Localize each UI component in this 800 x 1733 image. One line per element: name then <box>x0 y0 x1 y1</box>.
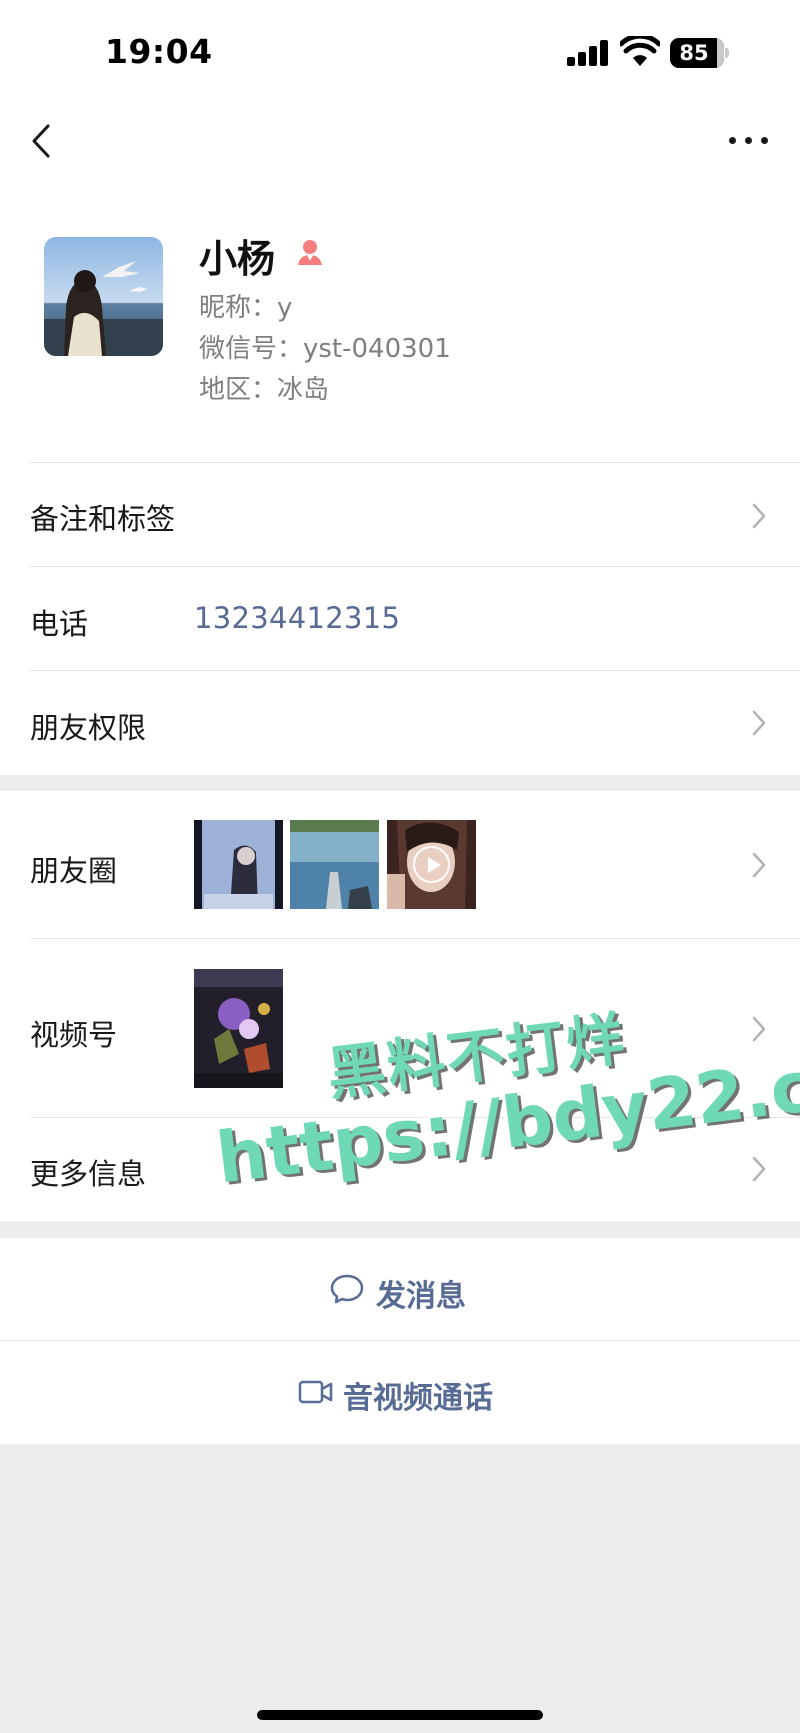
av-call-button[interactable]: 音视频通话 <box>0 1342 800 1444</box>
play-icon[interactable] <box>413 846 450 883</box>
remark-tags-label[interactable]: 备注和标签 <box>30 496 175 538</box>
divider <box>30 670 800 671</box>
moments-label[interactable]: 朋友圈 <box>30 848 117 890</box>
divider <box>30 1117 800 1118</box>
divider <box>30 938 800 939</box>
wechat-id: 微信号：yst-040301 <box>199 334 451 364</box>
friend-permissions-label[interactable]: 朋友权限 <box>30 705 146 747</box>
chevron-right-icon <box>752 503 766 529</box>
profile-card <box>0 0 800 775</box>
moments-thumbnail[interactable] <box>290 820 379 909</box>
section-gap <box>0 775 800 791</box>
chevron-right-icon <box>752 852 766 878</box>
chevron-right-icon <box>752 1016 766 1042</box>
status-bar: 19:04 85 <box>0 0 800 100</box>
signal-icon <box>567 40 609 66</box>
chevron-right-icon <box>752 1156 766 1182</box>
more-dots-icon[interactable] <box>726 126 772 156</box>
divider <box>30 462 800 463</box>
chevron-right-icon <box>752 710 766 736</box>
divider <box>30 566 800 567</box>
video-camera-icon <box>298 1380 333 1404</box>
region: 地区：冰岛 <box>199 375 330 405</box>
battery-level: 85 <box>679 41 709 65</box>
send-message-button[interactable]: 发消息 <box>0 1238 800 1340</box>
contact-name: 小杨 <box>199 237 276 281</box>
chat-bubble-icon <box>330 1274 364 1304</box>
av-call-label: 音视频通话 <box>343 1381 493 1416</box>
phone-number[interactable]: 13234412315 <box>194 601 400 635</box>
divider <box>0 1340 800 1341</box>
more-info-label[interactable]: 更多信息 <box>30 1151 146 1193</box>
channels-label[interactable]: 视频号 <box>30 1012 117 1054</box>
phone-label: 电话 <box>30 607 89 641</box>
wifi-icon <box>620 36 660 66</box>
home-indicator[interactable] <box>257 1710 543 1720</box>
nickname: 昵称：y <box>199 293 293 323</box>
status-time: 19:04 <box>105 32 213 71</box>
back-arrow-icon[interactable] <box>24 118 64 164</box>
female-icon <box>298 240 322 265</box>
avatar[interactable] <box>44 237 163 356</box>
send-message-label: 发消息 <box>376 1279 466 1314</box>
battery-icon: 85 <box>670 38 729 68</box>
moments-thumbnail[interactable] <box>194 820 283 909</box>
channels-thumbnail[interactable] <box>194 969 283 1088</box>
